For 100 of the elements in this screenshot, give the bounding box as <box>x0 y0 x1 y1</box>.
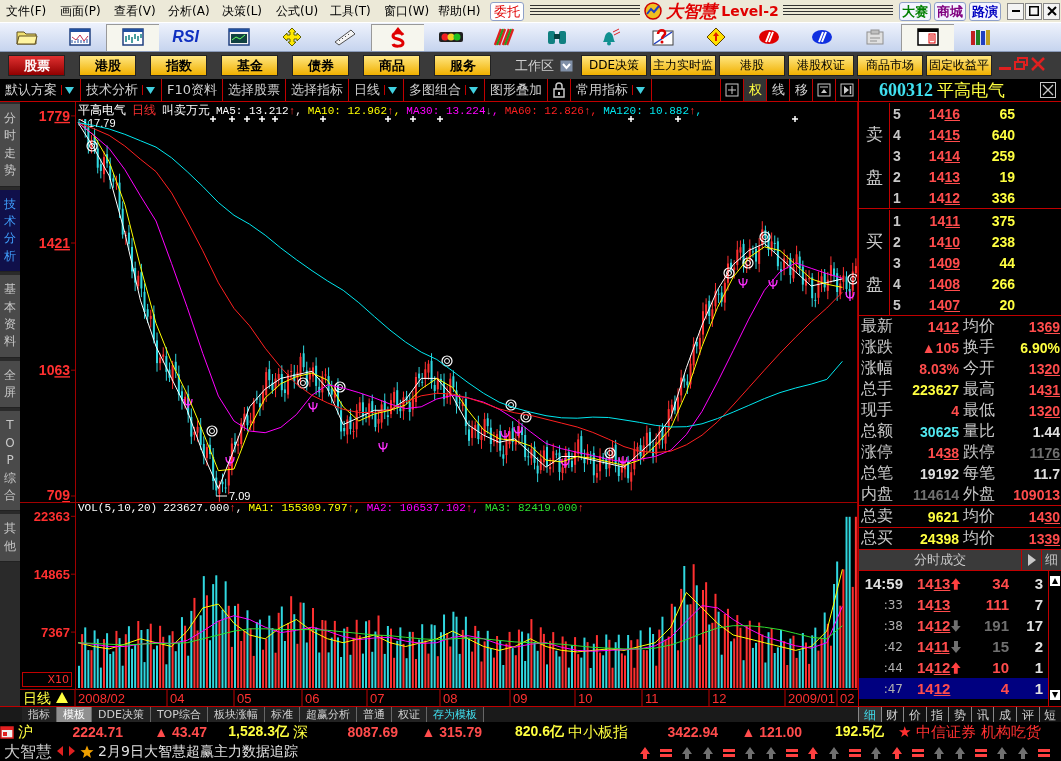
quote-value: ▲105 <box>920 339 959 356</box>
detail-tab[interactable]: 讯 <box>970 707 994 722</box>
skip-end-icon <box>840 83 854 97</box>
minimize-button[interactable] <box>1007 2 1024 20</box>
trade-row[interactable]: :47 1412 4 1 <box>859 678 1048 699</box>
date-axis-label: 10 <box>578 691 593 706</box>
price-marker-label: 17.79 <box>88 117 116 129</box>
trade-volume: 10 <box>991 659 1009 676</box>
template-tab[interactable]: 指标 <box>22 707 57 722</box>
menu-item[interactable]: 工具(T) <box>324 2 378 20</box>
workspace-button[interactable]: DDE决策 <box>581 55 647 76</box>
side-tab[interactable]: 全屏 <box>0 360 20 409</box>
template-tab[interactable]: 权证 <box>391 707 427 722</box>
bar-chart-icon <box>121 28 144 46</box>
detail-button[interactable]: 细 <box>1041 550 1061 570</box>
title-link-button[interactable]: 商城 <box>934 1 966 21</box>
trade-row[interactable]: :42 1411 15 2 <box>859 636 1048 657</box>
title-link-button[interactable]: 大赛 <box>899 1 931 21</box>
workspace-button[interactable]: 港股 <box>719 55 785 76</box>
detail-tab[interactable]: 细 <box>858 707 881 722</box>
side-tab[interactable]: TOP综合 <box>0 411 20 512</box>
menu-item[interactable]: 帮助(H) <box>432 2 486 20</box>
menu-item[interactable]: 查看(V) <box>108 2 162 20</box>
market-tab[interactable]: 商品 <box>363 55 420 76</box>
menu-item[interactable]: 分析(A) <box>162 2 216 20</box>
template-tab[interactable]: 存为模板 <box>426 707 484 722</box>
market-tab[interactable]: 服务 <box>434 55 491 76</box>
scroll-down-button[interactable] <box>1050 688 1060 703</box>
chart-tool-button[interactable]: 移 <box>789 79 812 101</box>
menu-item[interactable]: 公式(U) <box>270 2 324 20</box>
detail-tab[interactable]: 指 <box>925 707 949 722</box>
trade-row[interactable]: :38 1412 191 17 <box>859 615 1048 636</box>
workspace-button[interactable]: 港股权证 <box>788 55 854 76</box>
indicator-name: VOL(5,10,20) <box>78 502 158 514</box>
toolbar-button[interactable] <box>901 23 954 51</box>
side-tab[interactable]: 技术分析 <box>0 189 20 273</box>
menu-item[interactable]: 决策(L) <box>216 2 270 20</box>
view-tab[interactable]: 默认方案 <box>0 79 81 101</box>
trade-time: :47 <box>882 681 903 696</box>
detail-tab[interactable]: 成 <box>993 707 1016 722</box>
detail-tab[interactable]: 短 <box>1038 707 1061 722</box>
quote-value: 1438 <box>926 444 959 461</box>
detail-tab[interactable]: 财 <box>880 707 904 722</box>
market-tab[interactable]: 股票 <box>8 55 65 76</box>
detail-tab[interactable]: 评 <box>1015 707 1039 722</box>
news-headline[interactable]: 2月9日大智慧超赢主力数据追踪 <box>98 743 298 761</box>
quote-label: 今开 <box>962 358 996 379</box>
side-tab[interactable]: 其他 <box>0 514 20 563</box>
template-tab[interactable]: DDE决策 <box>92 707 151 722</box>
view-tab[interactable]: 选择指标 <box>286 79 350 101</box>
toolbar-button[interactable]: RSI <box>159 23 212 51</box>
news-ticker[interactable]: ★ 中信证券 机构吃货 <box>898 722 1041 742</box>
market-name: 沪 <box>18 722 33 742</box>
view-tab[interactable]: 选择股票 <box>223 79 287 101</box>
trade-row[interactable]: :33 1413 111 7 <box>859 594 1048 615</box>
view-tab[interactable]: 图形叠加 <box>485 79 549 101</box>
menu-item[interactable]: 画面(P) <box>54 2 108 20</box>
scroll-up-button[interactable] <box>1050 574 1060 589</box>
market-tab[interactable]: 指数 <box>150 55 207 76</box>
logo-icon <box>644 2 663 20</box>
trade-row[interactable]: :44 1412 10 1 <box>859 657 1048 678</box>
chart-tool-button[interactable]: 线 <box>766 79 789 101</box>
quote-value: 19192 <box>919 465 959 482</box>
workspace-button[interactable]: 商品市场 <box>857 55 923 76</box>
order-price: 1409 <box>927 254 960 271</box>
trade-button[interactable]: 委托 <box>490 1 524 21</box>
view-tab[interactable]: 常用指标 <box>571 79 653 101</box>
view-tab[interactable]: 多图组合 <box>404 79 486 101</box>
index-value: 8087.69 <box>346 724 398 740</box>
template-tab[interactable]: 板块涨幅 <box>207 707 265 722</box>
template-tab[interactable]: 超赢分析 <box>299 707 357 722</box>
close-button[interactable] <box>1043 2 1060 20</box>
title-link-button[interactable]: 路演 <box>969 1 1001 21</box>
workspace-button[interactable]: 主力实时监 <box>650 55 716 76</box>
market-tab[interactable]: 债券 <box>292 55 349 76</box>
view-tab[interactable]: 日线 <box>349 79 405 101</box>
dropdown-button[interactable] <box>560 59 573 72</box>
menu-item[interactable]: 文件(F) <box>0 2 54 20</box>
detail-tab[interactable]: 价 <box>903 707 926 722</box>
template-tab[interactable]: 标准 <box>264 707 300 722</box>
toolbar-button[interactable] <box>106 23 159 51</box>
date-axis-label: 06 <box>305 691 320 706</box>
template-tab[interactable]: 普通 <box>356 707 392 722</box>
chart-tool-button[interactable]: 权 <box>743 79 766 101</box>
menu-item[interactable]: 窗口(W) <box>378 2 432 20</box>
trade-row[interactable]: 14:59 1413 34 3 <box>859 573 1048 594</box>
template-tab[interactable]: TOP综合 <box>150 707 208 722</box>
view-tab[interactable]: F10资料 <box>162 79 224 101</box>
volume-axis-label: 22363 <box>33 509 70 525</box>
side-tab[interactable]: 分时走势 <box>0 104 20 187</box>
close-button[interactable] <box>1038 80 1058 100</box>
legend-entry: MA30: 13.224↓, <box>406 105 499 117</box>
market-tab[interactable]: 港股 <box>79 55 136 76</box>
market-tab[interactable]: 基金 <box>221 55 278 76</box>
workspace-button[interactable]: 固定收益平 <box>926 55 992 76</box>
maximize-button[interactable] <box>1025 2 1042 20</box>
detail-tab[interactable]: 势 <box>948 707 971 722</box>
price-axis-label: 1779 <box>38 107 70 124</box>
view-tab[interactable]: 技术分析 <box>81 79 162 101</box>
side-tab[interactable]: 基本资料 <box>0 275 20 358</box>
